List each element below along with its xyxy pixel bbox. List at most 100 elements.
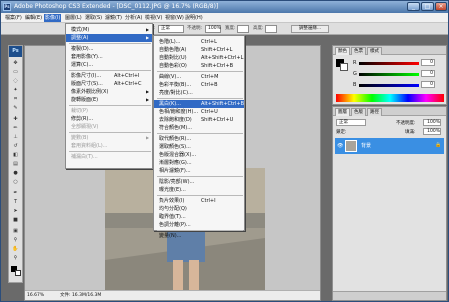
shape-tool-icon[interactable]: ■ xyxy=(11,217,20,224)
image-menu-item[interactable]: 複製(D)... xyxy=(66,45,152,53)
path-selection-icon[interactable]: ➤ xyxy=(11,208,20,215)
image-menu-item[interactable]: 旋轉版面(E) ▶ xyxy=(66,96,152,104)
adjust-menu-item[interactable]: 色調分離(P)... xyxy=(154,221,244,229)
image-menu-item[interactable]: 裁切(P) xyxy=(66,107,152,115)
menu-file[interactable]: 檔案(F) xyxy=(4,14,23,22)
tab-swatches[interactable]: 色票 xyxy=(351,47,366,55)
image-menu-item[interactable]: 變數(B) ▶ xyxy=(66,134,152,142)
image-menu-item[interactable]: 版面尺寸(S)... Alt+Ctrl+C xyxy=(66,80,152,88)
menu-window[interactable]: 視窗(W) xyxy=(164,14,185,22)
adjust-menu-item[interactable]: 色階(L)... Ctrl+L xyxy=(154,38,244,46)
color-ramp[interactable] xyxy=(336,94,444,102)
background-color-icon[interactable] xyxy=(15,270,21,276)
healing-brush-icon[interactable]: ✚ xyxy=(11,116,20,123)
image-menu-item[interactable]: 修剪(R)... xyxy=(66,115,152,123)
eye-icon[interactable]: 👁 xyxy=(337,143,343,149)
adjust-menu-item[interactable]: 去除飽和度(D) Shift+Ctrl+U xyxy=(154,116,244,124)
adjust-menu-item[interactable]: 自動色階(A) Shift+Ctrl+L xyxy=(154,46,244,54)
red-slider[interactable]: R 0 xyxy=(353,59,443,67)
background-swatch[interactable] xyxy=(340,63,348,71)
adjust-menu-item[interactable]: 臨界值(T)... xyxy=(154,213,244,221)
tab-color[interactable]: 顏色 xyxy=(335,47,350,55)
move-tool-icon[interactable]: ✥ xyxy=(11,60,20,67)
opacity-field[interactable]: 100% xyxy=(205,25,221,33)
adjust-menu-item[interactable]: 自動色彩(O) Shift+Ctrl+B xyxy=(154,62,244,70)
menu-select[interactable]: 選取(S) xyxy=(84,14,103,22)
blend-mode-select[interactable]: 正常 xyxy=(336,119,366,126)
eraser-tool-icon[interactable]: ◧ xyxy=(11,152,20,159)
adjust-menu-item[interactable]: 負片效果(I) Ctrl+I xyxy=(154,197,244,205)
adjust-menu-item[interactable]: 自動對比(U) Alt+Shift+Ctrl+L xyxy=(154,54,244,62)
refine-edge-button[interactable]: 調整邊緣... xyxy=(291,25,329,33)
image-menu-item[interactable]: 補漏白(T)... xyxy=(66,153,152,161)
blue-value[interactable]: 0 xyxy=(421,81,435,88)
image-menu-item[interactable]: 像素外觀比例(X) ▶ xyxy=(66,88,152,96)
tab-paths[interactable]: 路徑 xyxy=(367,108,382,116)
menu-analysis[interactable]: 分析(A) xyxy=(124,14,143,22)
brush-tool-icon[interactable]: ✏ xyxy=(11,125,20,132)
image-menu-item[interactable]: 調整(A) ▶ xyxy=(66,34,152,42)
red-value[interactable]: 0 xyxy=(421,59,435,66)
menu-filter[interactable]: 濾鏡(T) xyxy=(104,14,123,22)
maximize-button[interactable]: □ xyxy=(421,2,434,11)
eyedropper-tool-icon[interactable]: ⚲ xyxy=(11,237,20,244)
menu-help[interactable]: 說明(H) xyxy=(184,14,204,22)
menu-edit[interactable]: 編輯(E) xyxy=(24,14,43,22)
adjust-menu-item[interactable]: 亮度/對比(C)... xyxy=(154,89,244,97)
tab-styles[interactable]: 樣式 xyxy=(367,47,382,55)
notes-tool-icon[interactable]: ▣ xyxy=(11,228,20,235)
blur-tool-icon[interactable]: ● xyxy=(11,170,20,177)
adjust-menu-item[interactable]: 色彩平衡(B)... Ctrl+B xyxy=(154,81,244,89)
layer-row-background[interactable]: 👁 背景 🔒 xyxy=(335,138,444,154)
hand-tool-icon[interactable]: ✋ xyxy=(11,246,20,253)
pen-tool-icon[interactable]: ✒ xyxy=(11,190,20,197)
fill-field[interactable]: 100% xyxy=(423,128,441,135)
mode-select[interactable]: 正常 xyxy=(158,25,184,33)
adjust-menu-item[interactable]: 漸層對應(G)... xyxy=(154,159,244,167)
image-menu-item[interactable]: 套用影像(Y)... xyxy=(66,53,152,61)
height-field[interactable] xyxy=(265,25,277,33)
image-menu-item[interactable]: 模式(M) ▶ xyxy=(66,26,152,34)
layer-opacity-field[interactable]: 100% xyxy=(423,119,441,126)
adjust-menu-item[interactable]: 陰影/亮部(W)... xyxy=(154,178,244,186)
clone-stamp-icon[interactable]: ⊥ xyxy=(11,134,20,141)
gradient-tool-icon[interactable]: ▤ xyxy=(11,161,20,168)
tab-channels[interactable]: 色版 xyxy=(351,108,366,116)
image-menu-item[interactable]: 影像尺寸(I)... Alt+Ctrl+I xyxy=(66,72,152,80)
type-tool-icon[interactable]: T xyxy=(11,199,20,206)
green-value[interactable]: 0 xyxy=(421,70,435,77)
crop-tool-icon[interactable]: ⌗ xyxy=(11,96,20,103)
minimize-button[interactable]: _ xyxy=(407,2,420,11)
menu-layer[interactable]: 圖層(L) xyxy=(64,14,83,22)
zoom-level[interactable]: 16.67% xyxy=(27,291,44,300)
adjust-menu-item[interactable]: 取代顏色(R)... xyxy=(154,135,244,143)
marquee-tool-icon[interactable]: ▭ xyxy=(11,69,20,76)
blue-slider[interactable]: B 0 xyxy=(353,81,443,89)
dodge-tool-icon[interactable]: ○ xyxy=(11,179,20,186)
close-button[interactable]: × xyxy=(435,2,447,11)
zoom-tool-icon[interactable]: ⚲ xyxy=(11,255,20,262)
adjust-menu-item[interactable]: 均勻分配(Q) xyxy=(154,205,244,213)
tab-layers[interactable]: 圖層 xyxy=(335,108,350,116)
adjust-menu-item[interactable]: 變量(N)... xyxy=(154,232,244,240)
adjust-menu-item[interactable]: 曝光度(E)... xyxy=(154,186,244,194)
adjust-menu-item[interactable]: 選取顏色(S)... xyxy=(154,143,244,151)
adjust-menu-item[interactable]: 曲線(V)... Ctrl+M xyxy=(154,73,244,81)
lasso-tool-icon[interactable]: ◌ xyxy=(11,78,20,85)
image-menu-item[interactable]: 全部顯現(V) xyxy=(66,123,152,131)
adjust-menu-item[interactable]: 相片濾鏡(F)... xyxy=(154,167,244,175)
image-menu-item[interactable]: 運算(C)... xyxy=(66,61,152,69)
layer-name[interactable]: 背景 xyxy=(361,142,371,149)
slice-tool-icon[interactable]: ✎ xyxy=(11,105,20,112)
adjust-menu-item[interactable]: 色版混合器(X)... xyxy=(154,151,244,159)
adjust-menu-item[interactable]: 符合顏色(M)... xyxy=(154,124,244,132)
width-field[interactable] xyxy=(237,25,249,33)
adjust-menu-item[interactable]: 黑白(K)... Alt+Shift+Ctrl+B xyxy=(154,100,244,108)
magic-wand-tool-icon[interactable]: ✦ xyxy=(11,87,20,94)
history-brush-icon[interactable]: ↺ xyxy=(11,143,20,150)
menu-image[interactable]: 影像(I) xyxy=(44,14,62,22)
image-menu-item[interactable]: 套用資料組(L)... xyxy=(66,142,152,150)
adjust-menu-item[interactable]: 色相/飽和度(H)... Ctrl+U xyxy=(154,108,244,116)
green-slider[interactable]: G 0 xyxy=(353,70,443,78)
menu-view[interactable]: 檢視(V) xyxy=(144,14,163,22)
